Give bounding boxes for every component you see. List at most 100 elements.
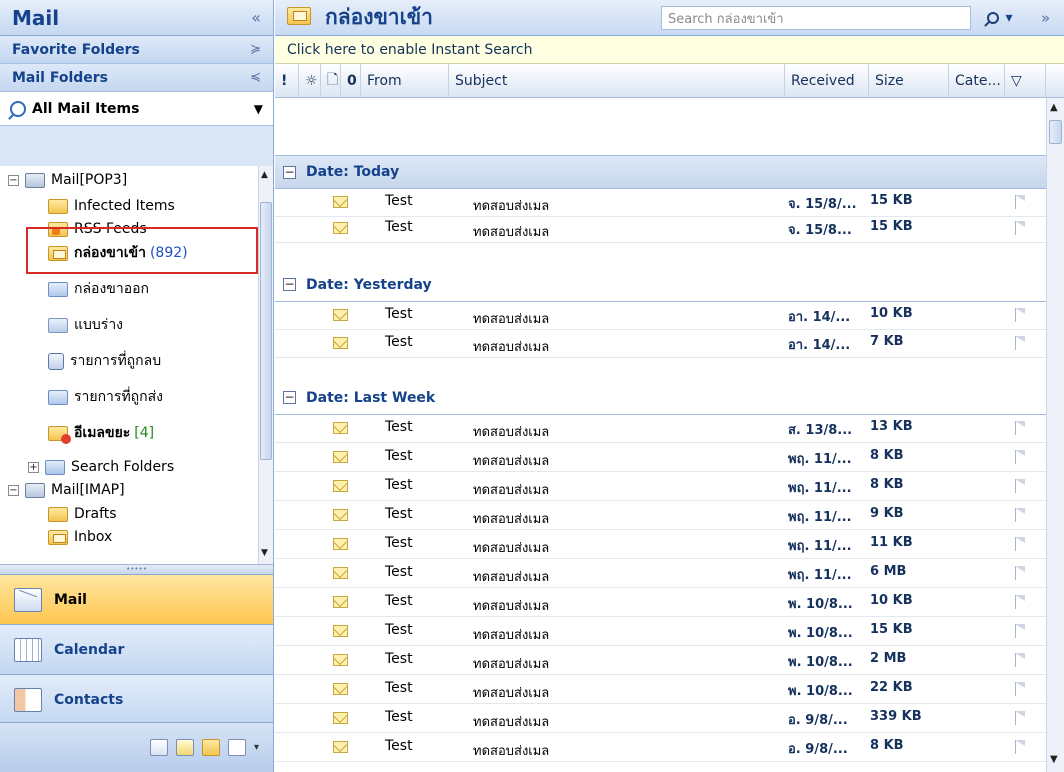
column-size[interactable]: Size (869, 64, 949, 98)
collapse-nav-button[interactable]: « (251, 8, 261, 27)
message-row[interactable]: Test ทดสอบส่งเมล อา. 14/... 7 KB (275, 330, 1046, 358)
shortcuts-icon[interactable] (227, 739, 246, 756)
flag-icon[interactable] (1015, 336, 1026, 350)
message-received: อา. 14/... (788, 310, 851, 325)
flag-icon[interactable] (1015, 711, 1026, 725)
column-label: Size (875, 73, 904, 89)
collapse-toggle-icon[interactable]: − (8, 484, 19, 496)
tree-item-mail-imap[interactable]: − Mail[IMAP] (8, 479, 125, 501)
flag-icon[interactable] (1015, 221, 1026, 235)
flag-icon[interactable] (1015, 479, 1026, 493)
search-options-icon[interactable]: ▾ (1005, 10, 1012, 26)
tree-item-label: Mail[POP3] (51, 172, 128, 188)
tree-item-junk-th[interactable]: อีเมลขยะ [4] (48, 422, 154, 444)
flag-icon[interactable] (1015, 508, 1026, 522)
scrollbar-thumb[interactable] (1049, 120, 1062, 144)
envelope-icon (333, 741, 348, 753)
scroll-up-icon[interactable]: ▲ (261, 170, 268, 180)
scroll-up-icon[interactable]: ▲ (1050, 102, 1058, 113)
flag-icon[interactable] (1015, 537, 1026, 551)
column-categories[interactable]: Cate... (949, 64, 1005, 98)
column-icon[interactable]: 🗋 (321, 64, 341, 98)
flag-icon[interactable] (1015, 566, 1026, 580)
group-header[interactable]: − Date: Last Week (275, 381, 1046, 415)
message-row[interactable]: Test ทดสอบส่งเมล อ. 9/8/... 339 KB (275, 705, 1046, 733)
tree-item-sent-items-th[interactable]: รายการที่ถูกส่ง (48, 386, 163, 408)
tree-item-outbox-th[interactable]: กล่องขาออก (48, 278, 149, 300)
tree-item-infected-items[interactable]: Infected Items (48, 195, 175, 217)
flag-icon[interactable] (1015, 595, 1026, 609)
message-row[interactable]: Test ทดสอบส่งเมล พ. 10/8... 2 MB (275, 647, 1046, 675)
drafts-folder-icon (48, 317, 68, 333)
flag-icon[interactable] (1015, 195, 1026, 209)
flag-icon[interactable] (1015, 682, 1026, 696)
search-button[interactable]: ▾ (975, 6, 1025, 30)
tasks-icon[interactable] (149, 739, 168, 756)
collapse-group-icon[interactable]: − (283, 391, 296, 404)
message-list-scrollbar[interactable]: ▲ ▼ (1046, 98, 1064, 772)
flag-icon[interactable] (1015, 624, 1026, 638)
notes-icon[interactable] (175, 739, 194, 756)
message-row[interactable]: Test ทดสอบส่งเมล พฤ. 11/... 11 KB (275, 531, 1046, 559)
group-header[interactable]: − Date: Today (275, 155, 1046, 189)
flag-icon[interactable] (1015, 450, 1026, 464)
column-from[interactable]: From (361, 64, 449, 98)
configure-buttons-icon[interactable]: ▾ (254, 742, 259, 753)
message-row[interactable]: Test ทดสอบส่งเมล พ. 10/8... 10 KB (275, 589, 1046, 617)
column-importance[interactable]: ! (275, 64, 299, 98)
chevron-up-icon[interactable]: ≼ (250, 70, 261, 85)
tree-item-inbox[interactable]: Inbox (48, 526, 112, 548)
message-row[interactable]: Test ทดสอบส่งเมล พฤ. 11/... 6 MB (275, 560, 1046, 588)
message-row[interactable]: Test ทดสอบส่งเมล จ. 15/8/... 15 KB (275, 189, 1046, 217)
scrollbar-thumb[interactable] (260, 202, 272, 460)
column-attachment[interactable]: 0 (341, 64, 361, 98)
folder-tree-scrollbar[interactable]: ▲ ▼ (258, 166, 273, 564)
enable-instant-search-bar[interactable]: Click here to enable Instant Search (275, 36, 1064, 64)
column-received[interactable]: Received (785, 64, 869, 98)
dropdown-arrow-icon[interactable]: ▼ (254, 102, 263, 116)
message-row[interactable]: Test ทดสอบส่งเมล อ. 9/8/... 8 KB (275, 734, 1046, 762)
message-row[interactable]: Test ทดสอบส่งเมล พฤ. 11/... 8 KB (275, 473, 1046, 501)
tree-item-mail-pop3[interactable]: − Mail[POP3] (8, 169, 127, 191)
message-row[interactable]: Test ทดสอบส่งเมล พ. 10/8... 15 KB (275, 618, 1046, 646)
nav-button-calendar[interactable]: Calendar (0, 624, 273, 674)
message-row[interactable]: Test ทดสอบส่งเมล พฤ. 11/... 9 KB (275, 502, 1046, 530)
scroll-down-icon[interactable]: ▼ (261, 548, 268, 558)
message-from: Test (385, 477, 413, 493)
nav-splitter[interactable]: ••••• (0, 564, 273, 574)
message-row[interactable]: Test ทดสอบส่งเมล จ. 15/8... 15 KB (275, 215, 1046, 243)
column-subject[interactable]: Subject (449, 64, 785, 98)
scroll-down-icon[interactable]: ▼ (1050, 754, 1058, 765)
envelope-icon (333, 337, 348, 349)
flag-icon[interactable] (1015, 740, 1026, 754)
instant-search-input[interactable]: Search กล่องขาเข้า (661, 6, 971, 30)
tree-item-drafts-th[interactable]: แบบร่าง (48, 314, 123, 336)
flag-icon[interactable] (1015, 653, 1026, 667)
folder-list-icon[interactable] (201, 739, 220, 756)
nav-button-contacts[interactable]: Contacts (0, 674, 273, 724)
collapse-group-icon[interactable]: − (283, 165, 296, 179)
tree-item-drafts[interactable]: Drafts (48, 503, 117, 525)
column-flag[interactable]: ▽ (1005, 64, 1046, 98)
message-row[interactable]: Test ทดสอบส่งเมล อา. 14/... 10 KB (275, 302, 1046, 330)
expand-toggle-icon[interactable]: + (28, 461, 39, 473)
expand-search-button[interactable]: » (1041, 9, 1050, 27)
flag-icon[interactable] (1015, 308, 1026, 322)
collapse-group-icon[interactable]: − (283, 278, 296, 291)
message-row[interactable]: Test ทดสอบส่งเมล พ. 10/8... 22 KB (275, 676, 1046, 704)
tree-item-deleted-items-th[interactable]: รายการที่ถูกลบ (48, 350, 161, 372)
message-received: พฤ. 11/... (788, 539, 852, 554)
message-row[interactable]: Test ทดสอบส่งเมล พฤ. 11/... 8 KB (275, 444, 1046, 472)
mail-folders-section[interactable]: Mail Folders ≼ (0, 64, 273, 92)
tree-item-search-folders[interactable]: + Search Folders (28, 456, 174, 478)
favorite-folders-section[interactable]: Favorite Folders ≽ (0, 36, 273, 64)
group-header[interactable]: − Date: Yesterday (275, 268, 1046, 302)
collapse-toggle-icon[interactable]: − (8, 174, 19, 186)
all-mail-items-dropdown[interactable]: All Mail Items ▼ (0, 92, 273, 126)
message-row[interactable]: Test ทดสอบส่งเมล ส. 13/8... 13 KB (275, 415, 1046, 443)
column-reminder[interactable]: ☼ (299, 64, 321, 98)
chevron-down-icon[interactable]: ≽ (250, 42, 261, 57)
document-icon: 🗋 (327, 72, 339, 88)
nav-button-mail[interactable]: Mail (0, 574, 273, 624)
flag-icon[interactable] (1015, 421, 1026, 435)
